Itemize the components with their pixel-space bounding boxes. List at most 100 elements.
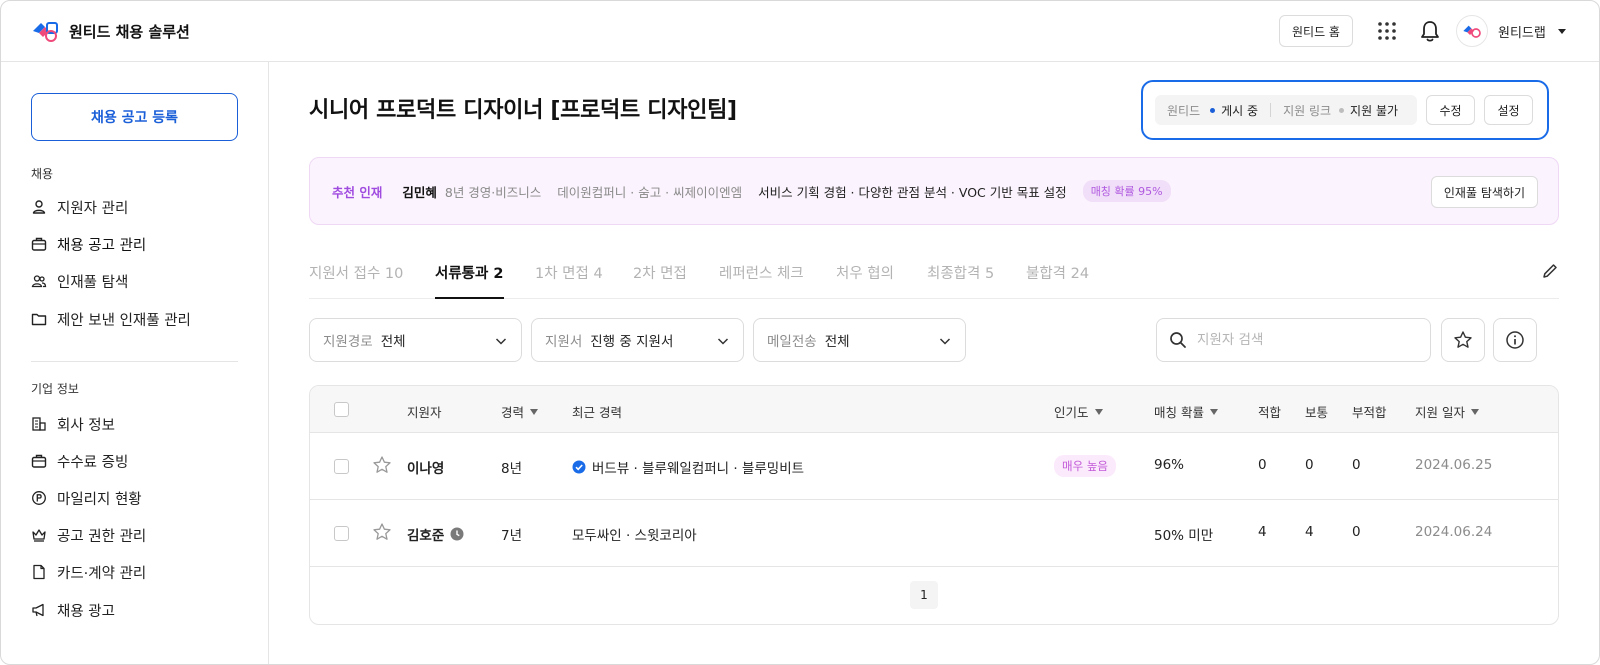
recommend-tag: 추천 인재 bbox=[332, 184, 383, 200]
applicant-name[interactable]: 이나영 bbox=[407, 457, 444, 477]
recommended-talent-banner: 추천 인재 김민혜 8년 경영·비즈니스 데이원컴퍼니 · 숨고 · 씨제이이엔… bbox=[309, 157, 1559, 225]
tab-reference-check[interactable]: 레퍼런스 체크 bbox=[719, 262, 804, 299]
sidebar-item-label: 제안 보낸 인재풀 관리 bbox=[57, 312, 191, 329]
logo[interactable]: 원티드 채용 솔루션 bbox=[31, 19, 190, 43]
sort-down-icon bbox=[530, 408, 539, 415]
recent-career-text: 모두싸인 · 스윗코리아 bbox=[572, 528, 697, 544]
tab-rejected[interactable]: 불합격 24 bbox=[1026, 262, 1089, 299]
fit-count: 4 bbox=[1258, 524, 1267, 540]
status-separator bbox=[1270, 103, 1272, 117]
briefcase-icon bbox=[31, 454, 47, 468]
star-icon[interactable] bbox=[372, 522, 392, 542]
tab-compensation[interactable]: 처우 협의 bbox=[836, 262, 894, 299]
column-date[interactable]: 지원 일자 bbox=[1415, 402, 1479, 421]
caret-down-icon bbox=[1557, 29, 1566, 34]
search-input[interactable] bbox=[1197, 332, 1417, 348]
people-icon bbox=[31, 275, 47, 288]
sidebar-item-applicants[interactable]: 지원자 관리 bbox=[31, 195, 128, 219]
column-label: 보통 bbox=[1305, 405, 1329, 420]
apply-date: 2024.06.24 bbox=[1415, 524, 1493, 540]
sidebar-item-talent-search[interactable]: 인재풀 탐색 bbox=[31, 269, 128, 293]
active-status-dot bbox=[1210, 107, 1216, 113]
sidebar-item-fee-proof[interactable]: 수수료 증빙 bbox=[31, 449, 128, 473]
account-menu[interactable]: 원티드랩 bbox=[1456, 15, 1568, 47]
crown-icon bbox=[32, 529, 46, 542]
tab-first-interview[interactable]: 1차 면접 4 bbox=[535, 262, 603, 299]
search-icon bbox=[1170, 332, 1186, 348]
info-button[interactable] bbox=[1493, 318, 1537, 362]
sidebar-item-label: 공고 권한 관리 bbox=[57, 528, 147, 545]
row-checkbox[interactable] bbox=[334, 526, 349, 541]
wanted-home-button[interactable]: 원티드 홈 bbox=[1279, 15, 1353, 47]
recent-career: 버드뷰 · 블루웨일컴퍼니 · 블루밍비트 bbox=[572, 457, 804, 477]
column-label: 지원자 bbox=[407, 405, 442, 420]
sidebar-item-post-permission[interactable]: 공고 권한 관리 bbox=[31, 523, 146, 547]
column-popularity[interactable]: 인기도 bbox=[1054, 402, 1103, 421]
popularity-badge: 매우 높음 bbox=[1054, 455, 1116, 477]
post-status-panel: 원티드 게시 중 지원 링크 지원 불가 수정 설정 bbox=[1141, 80, 1549, 140]
company-logo-icon bbox=[1463, 25, 1481, 38]
explore-talent-button[interactable]: 인재풀 탐색하기 bbox=[1430, 176, 1538, 208]
sidebar-item-sent-offers[interactable]: 제안 보낸 인재풀 관리 bbox=[31, 307, 191, 331]
recommend-companies: 데이원컴퍼니 · 숨고 · 씨제이이엔엠 bbox=[557, 184, 743, 200]
applicant-search bbox=[1156, 318, 1431, 362]
person-icon bbox=[32, 200, 46, 214]
filter-label: 메일전송 bbox=[767, 334, 817, 350]
star-icon bbox=[1454, 331, 1472, 348]
sidebar-item-label: 마일리지 현황 bbox=[57, 491, 142, 508]
column-match[interactable]: 매칭 확률 bbox=[1154, 402, 1218, 421]
fit-count: 0 bbox=[1258, 457, 1267, 473]
column-recent-career: 최근 경력 bbox=[572, 402, 622, 421]
select-all-checkbox[interactable] bbox=[334, 402, 349, 417]
pencil-icon[interactable] bbox=[1541, 262, 1559, 280]
chevron-down-icon bbox=[717, 338, 729, 345]
recommend-name: 김민혜 bbox=[402, 184, 437, 200]
recommend-career: 8년 경영·비즈니스 bbox=[444, 184, 542, 200]
star-icon[interactable] bbox=[372, 455, 392, 475]
sidebar: 채용 공고 등록 채용 지원자 관리 채용 공고 관리 인재풀 탐색 제안 보낸… bbox=[1, 62, 269, 664]
sidebar-divider bbox=[31, 361, 238, 362]
inactive-status-dot bbox=[1339, 107, 1345, 113]
page-number-button[interactable]: 1 bbox=[910, 581, 938, 609]
recommend-summary: 서비스 기획 경험 · 다양한 관점 분석 · VOC 기반 목표 설정 bbox=[758, 184, 1067, 200]
logo-text: 원티드 채용 솔루션 bbox=[69, 22, 190, 41]
sidebar-item-card-contract[interactable]: 카드·계약 관리 bbox=[31, 560, 146, 584]
wanted-state: 게시 중 bbox=[1221, 103, 1259, 118]
apps-grid-icon[interactable] bbox=[1377, 21, 1397, 41]
bell-icon[interactable] bbox=[1419, 19, 1441, 43]
edit-button[interactable]: 수정 bbox=[1426, 95, 1475, 125]
column-label: 최근 경력 bbox=[572, 405, 622, 420]
main-content: 시니어 프로덕트 디자이너 [프로덕트 디자인팀] 원티드 게시 중 지원 링크… bbox=[269, 62, 1599, 664]
favorite-filter-button[interactable] bbox=[1441, 318, 1485, 362]
table-row[interactable]: 이나영 8년 버드뷰 · 블루웨일컴퍼니 · 블루밍비트 매우 높음 96% 0… bbox=[310, 433, 1558, 500]
tab-received[interactable]: 지원서 접수 10 bbox=[309, 262, 403, 299]
settings-button[interactable]: 설정 bbox=[1484, 95, 1533, 125]
sidebar-item-company-info[interactable]: 회사 정보 bbox=[31, 412, 115, 436]
sidebar-item-label: 회사 정보 bbox=[57, 417, 115, 434]
sidebar-item-label: 인재풀 탐색 bbox=[57, 274, 129, 291]
link-state: 지원 불가 bbox=[1350, 103, 1399, 118]
column-label: 매칭 확률 bbox=[1154, 405, 1204, 420]
tab-document-passed[interactable]: 서류통과 2 bbox=[435, 262, 504, 299]
page-title: 시니어 프로덕트 디자이너 [프로덕트 디자인팀] bbox=[309, 98, 737, 123]
tab-final-pass[interactable]: 최종합격 5 bbox=[927, 262, 994, 299]
row-checkbox[interactable] bbox=[334, 459, 349, 474]
wanted-label: 원티드 bbox=[1167, 103, 1201, 118]
status-pill: 원티드 게시 중 지원 링크 지원 불가 bbox=[1155, 95, 1417, 125]
sidebar-item-recruit-ads[interactable]: 채용 광고 bbox=[31, 598, 115, 622]
post-job-button[interactable]: 채용 공고 등록 bbox=[31, 93, 238, 141]
filter-mail[interactable]: 메일전송 전체 bbox=[753, 318, 966, 362]
tab-second-interview[interactable]: 2차 면접 bbox=[633, 262, 687, 299]
column-career[interactable]: 경력 bbox=[501, 402, 539, 421]
sidebar-item-job-posts[interactable]: 채용 공고 관리 bbox=[31, 232, 146, 256]
filter-application[interactable]: 지원서 진행 중 지원서 bbox=[531, 318, 744, 362]
table-header: 지원자 경력 최근 경력 인기도 매칭 확률 적합 보통 부적합 지원 일자 bbox=[310, 386, 1558, 433]
sidebar-item-mileage[interactable]: 마일리지 현황 bbox=[31, 486, 142, 510]
section-label-company: 기업 정보 bbox=[31, 382, 79, 396]
account-name: 원티드랩 bbox=[1498, 25, 1546, 41]
table-row[interactable]: 김호준 7년 모두싸인 · 스윗코리아 50% 미만 4 4 0 2024.06… bbox=[310, 500, 1558, 567]
applicant-name-cell[interactable]: 김호준 bbox=[407, 524, 464, 544]
filter-source[interactable]: 지원경로 전체 bbox=[309, 318, 522, 362]
unfit-count: 0 bbox=[1352, 524, 1361, 540]
career-years: 8년 bbox=[501, 461, 523, 477]
